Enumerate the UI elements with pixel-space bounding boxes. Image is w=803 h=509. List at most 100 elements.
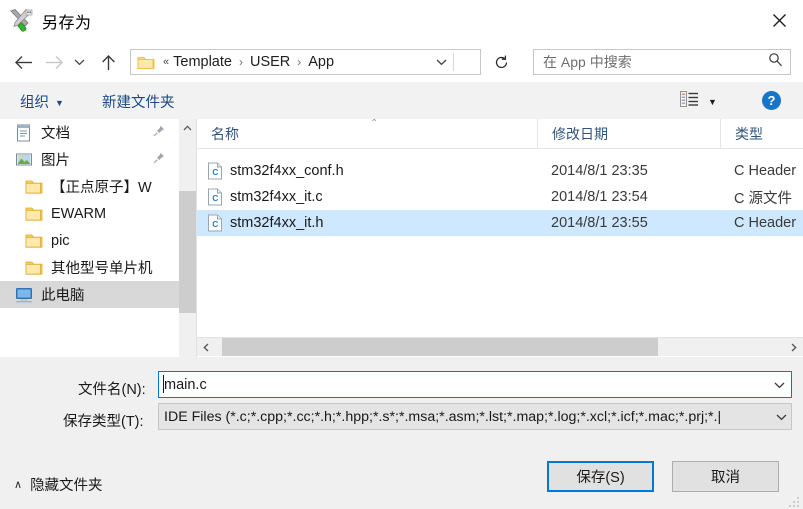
view-options-button[interactable]: ▼: [680, 91, 717, 112]
save-button[interactable]: 保存(S): [547, 461, 654, 492]
breadcrumb-item-app[interactable]: App: [307, 54, 335, 70]
folder-icon: [24, 259, 44, 277]
file-rows: C stm32f4xx_conf.h 2014/8/1 23:35 C Head…: [197, 149, 803, 236]
hide-folders-toggle[interactable]: ∧ 隐藏文件夹: [14, 474, 103, 495]
search-icon[interactable]: [768, 52, 783, 72]
organize-button[interactable]: 组织 ▼: [20, 91, 64, 112]
sidebar-item-other-mcu[interactable]: 其他型号单片机: [0, 254, 179, 281]
svg-text:C: C: [212, 219, 218, 229]
sidebar-item-label: 文档: [41, 126, 70, 142]
folder-icon: [137, 55, 155, 70]
title-bar: 另存为: [0, 0, 803, 41]
chevron-right-icon[interactable]: [785, 338, 803, 356]
sort-ascending-icon: ⌃: [370, 119, 379, 129]
folder-icon: [24, 178, 44, 196]
file-date: 2014/8/1 23:55: [551, 215, 648, 231]
pin-icon[interactable]: [153, 151, 165, 169]
column-label: 名称: [211, 125, 239, 142]
table-row[interactable]: C stm32f4xx_conf.h 2014/8/1 23:35 C Head…: [197, 158, 803, 184]
refresh-icon[interactable]: [489, 49, 513, 75]
column-header-date[interactable]: 修改日期: [537, 119, 720, 148]
arrow-left-icon[interactable]: [11, 50, 35, 74]
sidebar-item-pic[interactable]: pic: [0, 227, 179, 254]
folder-icon: [24, 205, 44, 223]
file-type: C 源文件: [734, 190, 792, 207]
sidebar-item-label: 其他型号单片机: [51, 261, 153, 277]
dialog-footer: ∧ 隐藏文件夹 保存(S) 取消: [0, 455, 803, 509]
command-toolbar: 组织 ▼ 新建文件夹 ▼ ?: [0, 82, 803, 120]
breadcrumb-item-user[interactable]: USER: [249, 54, 291, 70]
this-pc-icon: [14, 286, 34, 304]
navigation-pane: 文档 图片 【正点原子】W EWARM pic 其他型号单片机 此电脑: [0, 119, 179, 369]
window-title: 另存为: [42, 15, 92, 32]
chevron-down-icon[interactable]: [430, 50, 452, 74]
chevron-down-icon: ▼: [55, 97, 64, 108]
search-input[interactable]: 在 App 中搜索: [533, 49, 791, 75]
close-icon[interactable]: [755, 0, 803, 41]
c-file-icon: C: [208, 162, 222, 180]
sidebar-item-documents[interactable]: 文档: [0, 119, 179, 146]
file-type-select[interactable]: IDE Files (*.c;*.cpp;*.cc;*.h;*.hpp;*.s*…: [158, 403, 792, 430]
svg-text:C: C: [212, 167, 218, 177]
sidebar-item-zhengdianyuanzi[interactable]: 【正点原子】W: [0, 173, 179, 200]
sidebar-scroll-thumb[interactable]: [179, 191, 196, 313]
sidebar-item-this-pc[interactable]: 此电脑: [0, 281, 179, 308]
breadcrumb-item-template[interactable]: Template: [172, 54, 233, 70]
organize-label: 组织: [20, 95, 49, 111]
navigation-bar: « Template › USER › App 在 App 中搜索: [0, 41, 803, 82]
file-list: 名称 ⌃ 修改日期 类型 C stm32f4xx_conf.h 2014/8/1…: [197, 119, 803, 369]
hide-folders-label: 隐藏文件夹: [30, 478, 103, 494]
search-placeholder: 在 App 中搜索: [543, 54, 632, 70]
file-name-label: 文件名(N):: [78, 382, 146, 398]
chevron-down-icon[interactable]: [771, 404, 791, 429]
hscroll-thumb[interactable]: [222, 338, 658, 356]
address-bar[interactable]: « Template › USER › App: [130, 49, 481, 75]
resize-grip[interactable]: [788, 495, 800, 507]
file-name-input[interactable]: main.c: [158, 371, 792, 398]
sidebar-item-label: 【正点原子】W: [51, 180, 152, 196]
c-file-icon: C: [208, 188, 222, 206]
save-form: 文件名(N): main.c 保存类型(T): IDE Files (*.c;*…: [0, 357, 803, 455]
column-header-type[interactable]: 类型: [720, 119, 803, 148]
column-header-name[interactable]: 名称 ⌃: [197, 119, 537, 148]
chevron-down-icon[interactable]: [70, 50, 88, 74]
pictures-icon: [14, 151, 34, 169]
sidebar-item-ewarm[interactable]: EWARM: [0, 200, 179, 227]
chevron-down-icon[interactable]: [767, 372, 791, 397]
file-type-label: 保存类型(T):: [63, 414, 144, 430]
folder-icon: [24, 232, 44, 250]
chevron-up-icon: ∧: [14, 479, 23, 491]
breadcrumb-separator[interactable]: ›: [233, 55, 249, 69]
sidebar-item-label: 此电脑: [41, 288, 85, 304]
breadcrumb-separator[interactable]: ›: [291, 55, 307, 69]
file-name-value: main.c: [164, 376, 207, 393]
table-row[interactable]: C stm32f4xx_it.c 2014/8/1 23:54 C 源文件: [197, 184, 803, 210]
file-list-hscrollbar[interactable]: [197, 338, 803, 356]
file-type-value: IDE Files (*.c;*.cpp;*.cc;*.h;*.hpp;*.s*…: [164, 408, 722, 425]
file-type: C Header: [734, 215, 797, 231]
save-as-dialog: 另存为 « Template › USER › App 在 App 中搜索 组织…: [0, 0, 803, 509]
sidebar-item-label: 图片: [41, 153, 70, 169]
file-name-cell: C stm32f4xx_it.c: [197, 184, 537, 210]
sidebar-item-pictures[interactable]: 图片: [0, 146, 179, 173]
ewarm-app-icon: [9, 8, 35, 32]
document-icon: [14, 124, 34, 142]
breadcrumb-overflow[interactable]: «: [157, 56, 172, 68]
text-caret: [163, 375, 164, 393]
pin-icon[interactable]: [153, 124, 165, 142]
sidebar-scrollbar[interactable]: [179, 119, 197, 369]
address-divider: [453, 53, 454, 71]
chevron-left-icon[interactable]: [197, 338, 215, 356]
arrow-right-icon: [42, 50, 66, 74]
table-row[interactable]: C stm32f4xx_it.h 2014/8/1 23:55 C Header: [197, 210, 803, 236]
help-button[interactable]: ?: [762, 91, 781, 110]
sidebar-item-label: EWARM: [51, 205, 107, 222]
column-header: 名称 ⌃ 修改日期 类型: [197, 119, 803, 149]
sidebar-item-label: pic: [51, 232, 70, 249]
chevron-up-icon[interactable]: [179, 119, 196, 136]
file-name-cell: C stm32f4xx_conf.h: [197, 158, 537, 184]
new-folder-button[interactable]: 新建文件夹: [102, 91, 175, 112]
arrow-up-icon[interactable]: [96, 50, 120, 74]
cancel-button[interactable]: 取消: [672, 461, 779, 492]
file-name: stm32f4xx_conf.h: [230, 163, 344, 179]
